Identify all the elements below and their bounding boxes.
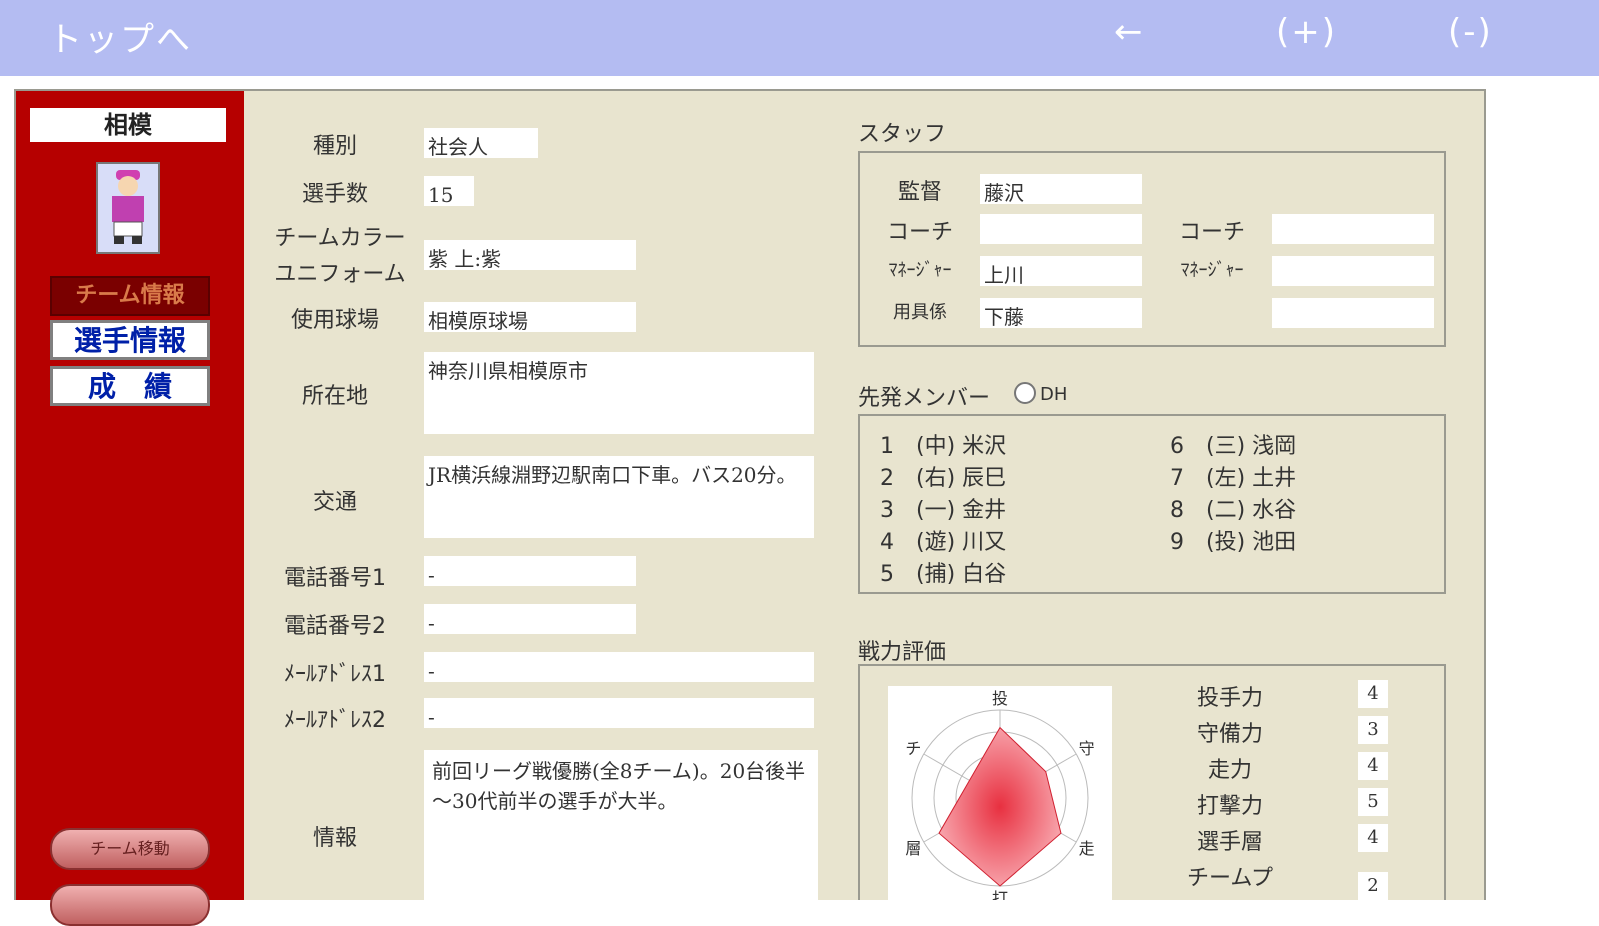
radar-chart: 投守走打 層 チ — [905, 689, 1095, 900]
rating-label: 投手力 — [1196, 686, 1263, 711]
color-label: チームカラー — [274, 226, 406, 251]
lineup-member: 9 (投) 池田 — [1170, 530, 1297, 555]
dh-label: DH — [1040, 384, 1068, 405]
lineup-member: 4 (遊) 川又 — [880, 530, 1007, 555]
equipment-field-2 — [1272, 298, 1434, 328]
notes-field: 前回リーグ戦優勝(全8チーム)。20台後半～30代前半の選手が大半。 — [424, 750, 818, 900]
mgr-field-1: 上川 — [980, 256, 1142, 287]
manager-label: 監督 — [897, 180, 942, 205]
back-button[interactable]: ← — [1114, 12, 1145, 52]
coach-field-1 — [980, 214, 1142, 244]
lineup-member: 6 (三) 浅岡 — [1170, 434, 1297, 459]
strength-title: 戦力評価 — [858, 640, 947, 665]
uniform-value: 上:紫 — [454, 247, 502, 271]
access-field: JR横浜線淵野辺駅南口下車。バス20分。 — [424, 456, 814, 538]
lineup-member: 2 (右) 辰巳 — [880, 466, 1007, 491]
team-mascot-icon — [96, 162, 160, 254]
color-value: 紫 — [428, 247, 448, 271]
lineup-member: 5 (捕) 白谷 — [880, 562, 1007, 587]
staff-title: スタッフ — [858, 122, 947, 147]
lineup-member: 3 (一) 金井 — [880, 498, 1007, 523]
phone1-field: - — [424, 556, 636, 587]
rating-value: 4 — [1358, 752, 1388, 780]
top-link[interactable]: トップへ — [48, 12, 192, 61]
color-uniform-field: 紫 上:紫 — [424, 240, 636, 271]
rating-label: 打撃力 — [1196, 794, 1263, 819]
mail1-field: - — [424, 652, 814, 683]
nav-team-info[interactable]: チーム情報 — [50, 276, 210, 316]
rating-label: 守備力 — [1196, 722, 1263, 747]
rating-value: 5 — [1358, 788, 1388, 816]
lineup-member: 7 (左) 土井 — [1170, 466, 1297, 491]
mail1-label: ﾒｰﾙｱﾄﾞﾚｽ1 — [284, 662, 386, 687]
stadium-field: 相模原球場 — [424, 302, 636, 333]
phone2-field: - — [424, 604, 636, 635]
radar-axis-label: 走 — [1079, 839, 1095, 858]
team-name: 相模 — [30, 108, 226, 142]
radar-axis-label: 投 — [992, 689, 1008, 708]
manager-field: 藤沢 — [980, 174, 1142, 205]
radar-axis-label: 層 — [905, 839, 921, 858]
coach-label-2: コーチ — [1178, 220, 1245, 245]
address-field: 神奈川県相模原市 — [424, 352, 814, 434]
rating-label: 選手層 — [1196, 830, 1263, 855]
category-label: 種別 — [312, 134, 357, 159]
radar-axis-label: 打 — [992, 889, 1008, 900]
phone1-label: 電話番号1 — [284, 566, 386, 591]
rating-value: 4 — [1358, 680, 1388, 708]
coach-label-1: コーチ — [886, 220, 953, 245]
mgr-label-1: ﾏﾈｰｼﾞｬｰ — [888, 260, 952, 281]
rating-label: チームプ — [1186, 866, 1274, 891]
nav-stats[interactable]: 成 績 — [50, 366, 210, 406]
players-label: 選手数 — [301, 182, 368, 207]
mail2-label: ﾒｰﾙｱﾄﾞﾚｽ2 — [284, 708, 386, 733]
address-label: 所在地 — [301, 384, 368, 409]
lineup-title: 先発メンバー — [858, 386, 991, 411]
radar-axis-label: チ — [905, 739, 921, 758]
side-button-2[interactable] — [50, 884, 210, 926]
zoom-out-button[interactable]: (-) — [1448, 12, 1493, 52]
team-move-button[interactable]: チーム移動 — [50, 828, 210, 870]
zoom-in-button[interactable]: (+) — [1276, 12, 1337, 52]
phone2-label: 電話番号2 — [284, 614, 386, 639]
notes-label: 情報 — [312, 826, 357, 851]
rating-value: 4 — [1358, 824, 1388, 852]
mail2-field: - — [424, 698, 814, 729]
radar-axis-label: 守 — [1079, 739, 1095, 758]
rating-label: 走力 — [1207, 758, 1252, 783]
lineup-member: 8 (二) 水谷 — [1170, 498, 1297, 523]
radar-area — [938, 726, 1062, 887]
rating-value: 2 — [1358, 872, 1388, 900]
rating-value: 3 — [1358, 716, 1388, 744]
lineup-member: 1 (中) 米沢 — [880, 434, 1007, 459]
players-field: 15 — [424, 176, 474, 207]
nav-player-info[interactable]: 選手情報 — [50, 320, 210, 360]
top-bar: トップへ ← (+) (-) — [0, 0, 1599, 76]
category-field: 社会人 — [424, 128, 538, 159]
equipment-label: 用具係 — [893, 302, 947, 323]
coach-field-2 — [1272, 214, 1434, 244]
dh-checkbox[interactable] — [1014, 382, 1036, 404]
access-label: 交通 — [312, 490, 357, 515]
uniform-label: ユニフォーム — [274, 262, 406, 287]
mgr-label-2: ﾏﾈｰｼﾞｬｰ — [1180, 260, 1244, 281]
mgr-field-2 — [1272, 256, 1434, 286]
stadium-label: 使用球場 — [290, 308, 379, 333]
equipment-field-1: 下藤 — [980, 298, 1142, 329]
